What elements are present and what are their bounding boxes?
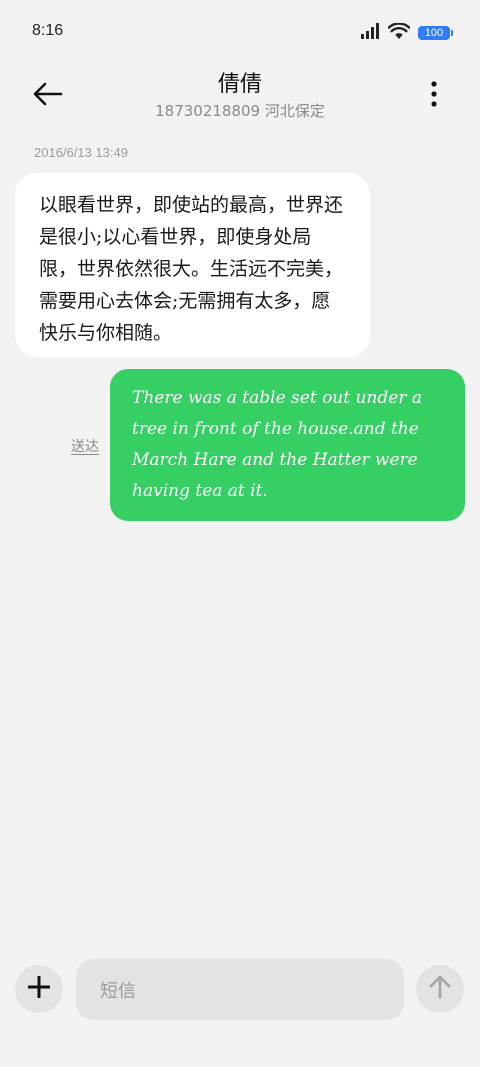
message-composer: 短信 (0, 940, 480, 1067)
battery-icon: 100 (418, 26, 453, 40)
contact-name: 倩倩 (217, 72, 262, 97)
status-icons: 100 (360, 22, 453, 44)
battery-level: 100 (424, 27, 444, 39)
incoming-message-bubble[interactable]: 以眼看世界，即使站的最高，世界还是很小;以心看世界，即使身处局限，世界依然很大。… (15, 173, 370, 357)
status-bar: 8:16 100 (0, 0, 480, 64)
status-time: 8:16 (32, 22, 64, 39)
add-attachment-button[interactable] (15, 965, 63, 1013)
plus-icon (27, 975, 51, 1002)
conversation-header: 倩倩 18730218809 河北保定 (0, 64, 480, 128)
incoming-message-text: 以眼看世界，即使站的最高，世界还是很小;以心看世界，即使身处局限，世界依然很大。… (39, 194, 344, 344)
outgoing-message-bubble[interactable]: There was a table set out under a tree i… (110, 369, 465, 521)
send-arrow-icon (429, 975, 451, 1003)
signal-icon (360, 23, 380, 43)
more-options-button[interactable] (422, 80, 446, 112)
message-input-placeholder: 短信 (100, 980, 136, 1002)
wifi-icon (387, 22, 411, 43)
contact-subtitle: 18730218809 河北保定 (155, 102, 325, 120)
delivery-status: 送达 (71, 439, 99, 455)
send-button[interactable] (416, 965, 464, 1013)
more-vertical-icon (431, 81, 437, 111)
outgoing-message-text: There was a table set out under a tree i… (132, 388, 422, 501)
message-input[interactable]: 短信 (76, 959, 404, 1020)
message-timestamp: 2016/6/13 13:49 (34, 145, 128, 160)
